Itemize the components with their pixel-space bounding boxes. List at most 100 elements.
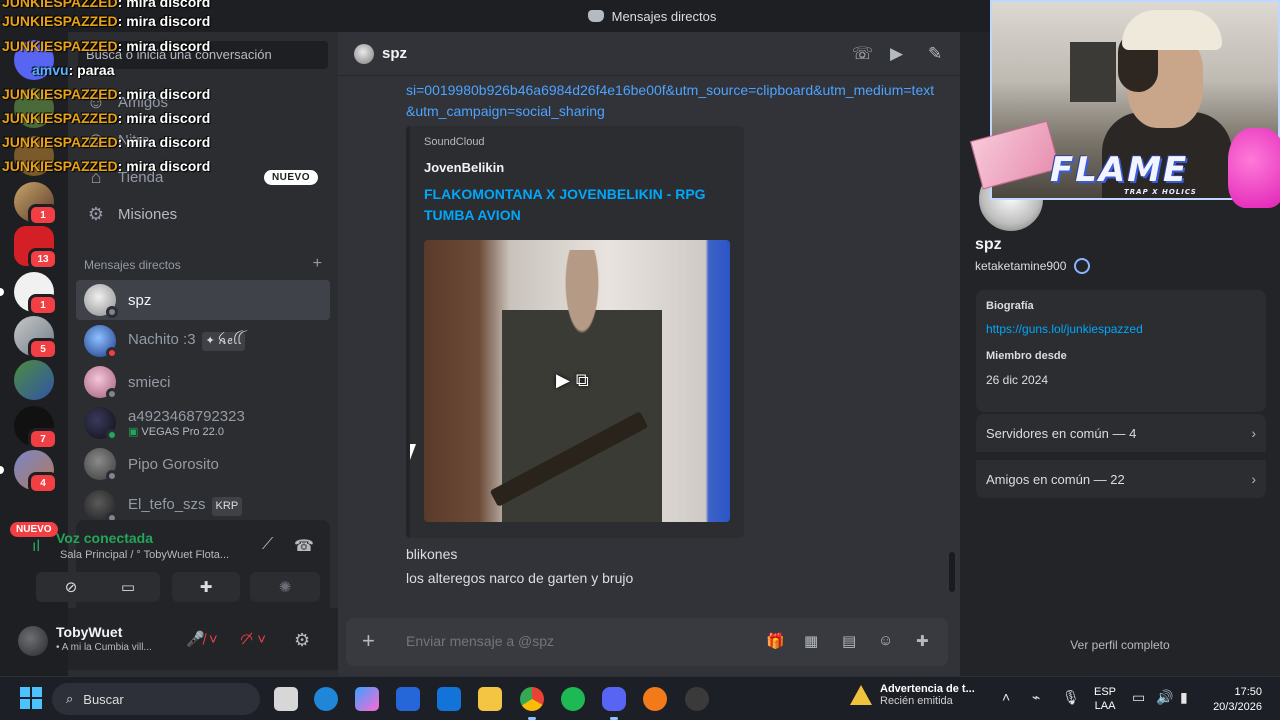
gift-icon[interactable]: 🎁 bbox=[766, 632, 785, 650]
battery-icon[interactable]: ▮ bbox=[1180, 689, 1188, 706]
server-icon[interactable] bbox=[14, 88, 54, 128]
file-explorer-icon[interactable] bbox=[478, 687, 502, 711]
play-icon[interactable]: ▶ bbox=[556, 370, 570, 391]
steam-icon[interactable] bbox=[685, 687, 709, 711]
search-input[interactable]: Busca o inicia una conversación bbox=[78, 41, 328, 69]
new-badge: NUEVO bbox=[263, 169, 318, 185]
chevron-right-icon: › bbox=[1251, 425, 1256, 441]
warning-notification[interactable]: Advertencia de t... Recién emitida bbox=[850, 683, 975, 707]
dm-item-spz[interactable]: spz bbox=[76, 280, 330, 320]
member-since-label: Miembro desde bbox=[986, 350, 1067, 362]
microphone-icon[interactable]: 🎙 bbox=[1062, 689, 1080, 706]
screen-share-button[interactable]: ▭ bbox=[96, 572, 160, 602]
header-avatar bbox=[354, 43, 374, 64]
shop-icon: ⌂ bbox=[90, 167, 102, 187]
nav-label: Tienda bbox=[118, 168, 164, 186]
nav-shop[interactable]: ⌂ Tienda NUEVO bbox=[76, 157, 330, 197]
attach-plus-icon[interactable]: + bbox=[362, 630, 375, 652]
unread-badge: 1 bbox=[28, 204, 58, 226]
activities-icon: ✚ bbox=[199, 579, 213, 596]
chrome-icon[interactable] bbox=[520, 687, 544, 720]
view-full-profile-link[interactable]: Ver perfil completo bbox=[960, 638, 1280, 652]
apps-icon[interactable]: ✚ bbox=[916, 632, 929, 650]
chat-header: spz ☏ ▶ ✎ bbox=[338, 32, 960, 76]
window-title: Mensajes directos bbox=[611, 8, 717, 24]
open-external-icon[interactable]: ⧉ bbox=[576, 370, 589, 391]
chevron-up-icon[interactable]: ˄ bbox=[1002, 689, 1010, 705]
warning-icon bbox=[850, 685, 872, 705]
nav-nitro[interactable]: ◎ Nitro bbox=[76, 120, 330, 160]
message-text: blikones bbox=[406, 546, 458, 562]
avatar bbox=[84, 407, 118, 441]
embed-provider: SoundCloud bbox=[424, 136, 485, 148]
clock[interactable]: 17:50 20/3/2026 bbox=[1206, 685, 1262, 715]
emoji-icon[interactable]: ☺ bbox=[878, 632, 893, 649]
server-icon[interactable]: 1 bbox=[0, 272, 58, 316]
copilot-icon[interactable] bbox=[355, 687, 379, 711]
server-icon[interactable]: 7 bbox=[14, 406, 58, 450]
activities-button[interactable]: ✚ bbox=[172, 572, 240, 602]
user-status: • A mi la Cumbia vill... bbox=[56, 642, 152, 653]
message-input[interactable] bbox=[406, 633, 706, 649]
deafen-icon[interactable]: ◠̸ ˅ bbox=[240, 630, 266, 648]
add-dm-icon[interactable]: + bbox=[313, 256, 322, 272]
nav-friends[interactable]: ☺ Amigos bbox=[76, 82, 330, 122]
taskbar-search[interactable]: ⌕ Buscar bbox=[52, 683, 260, 715]
signal-icon[interactable]: ıl bbox=[32, 538, 40, 556]
server-icon[interactable] bbox=[14, 360, 54, 400]
network-icon[interactable]: ⌁ bbox=[1032, 689, 1040, 706]
server-icon[interactable] bbox=[14, 136, 54, 176]
discord-icon[interactable] bbox=[602, 687, 626, 720]
server-icon[interactable]: 5 bbox=[14, 316, 58, 360]
store-icon[interactable] bbox=[396, 687, 420, 711]
dm-item-a4923468792323[interactable]: a4923468792323 ▣ VEGAS Pro 22.0 bbox=[76, 403, 330, 443]
friends-icon: ☺ bbox=[86, 92, 106, 112]
noise-suppression-icon[interactable]: ⟋ bbox=[262, 536, 273, 554]
dm-header: Mensajes directos + bbox=[84, 255, 322, 273]
edge-icon[interactable] bbox=[314, 687, 338, 711]
embed-author[interactable]: JovenBelikin bbox=[424, 160, 504, 175]
profile-username: ketaketamine900 bbox=[975, 258, 1091, 274]
outlook-icon[interactable] bbox=[437, 687, 461, 711]
server-icon[interactable]: 13 bbox=[14, 226, 58, 270]
server-icon[interactable]: 4 bbox=[0, 450, 58, 494]
voice-call-icon[interactable]: ☏ bbox=[852, 44, 873, 64]
bio-link[interactable]: https://guns.lol/junkiespazzed bbox=[986, 322, 1143, 336]
profile-info-card: Biografía https://guns.lol/junkiespazzed… bbox=[976, 290, 1266, 412]
embed-thumbnail[interactable]: ▶ ⧉ bbox=[424, 240, 730, 522]
message-link[interactable]: si=0019980b926b46a6984d26f4e16be00f&utm_… bbox=[406, 80, 936, 122]
language-indicator[interactable]: ESP LAA bbox=[1094, 685, 1116, 713]
sticker-icon[interactable]: ▤ bbox=[842, 632, 856, 650]
home-button[interactable] bbox=[14, 40, 54, 80]
user-avatar[interactable] bbox=[18, 626, 48, 656]
spotify-icon[interactable] bbox=[561, 687, 585, 711]
video-call-icon[interactable]: ▶ bbox=[890, 44, 903, 64]
voice-channel[interactable]: Sala Principal / ° TobyWuet Flota... bbox=[60, 549, 229, 561]
gif-icon[interactable]: ▦ bbox=[804, 632, 818, 650]
scrollbar[interactable] bbox=[949, 552, 955, 592]
dm-item-nachito[interactable]: Nachito :3 ✦ ꫝꫀꪶꪶ bbox=[76, 321, 330, 361]
server-icon[interactable]: 1 bbox=[14, 182, 58, 226]
disconnect-icon[interactable]: ☎ bbox=[294, 536, 314, 556]
soundboard-button[interactable]: ✺ bbox=[250, 572, 320, 602]
mutual-servers-row[interactable]: Servidores en común — 4 › bbox=[976, 414, 1266, 452]
soundcloud-embed: SoundCloud JovenBelikin FLAKOMONTANA X J… bbox=[406, 126, 744, 538]
dm-item-pipo-gorosito[interactable]: Pipo Gorosito bbox=[76, 444, 330, 484]
display-icon[interactable]: ▭ bbox=[1132, 689, 1145, 706]
soundcloud-icon[interactable] bbox=[643, 687, 667, 711]
avatar bbox=[84, 448, 118, 482]
nav-quests[interactable]: ⚙ Misiones bbox=[76, 194, 330, 234]
pin-icon[interactable]: ✎ bbox=[928, 44, 942, 64]
task-view-icon[interactable] bbox=[274, 687, 298, 711]
volume-icon[interactable]: 🔊 bbox=[1156, 689, 1173, 706]
quests-icon: ⚙ bbox=[87, 204, 105, 224]
start-button[interactable] bbox=[20, 687, 42, 709]
unread-badge: 1 bbox=[28, 294, 58, 316]
settings-gear-icon[interactable]: ⚙ bbox=[294, 630, 310, 651]
mutual-friends-row[interactable]: Amigos en común — 22 › bbox=[976, 460, 1266, 498]
clan-tag: KRP bbox=[211, 497, 243, 516]
nitro-badge-icon bbox=[1074, 258, 1091, 274]
embed-title[interactable]: FLAKOMONTANA X JOVENBELIKIN - RPG TUMBA … bbox=[424, 184, 724, 226]
mute-icon[interactable]: 🎤̸ ˅ bbox=[186, 630, 218, 648]
dm-item-smieci[interactable]: smieci bbox=[76, 362, 330, 402]
